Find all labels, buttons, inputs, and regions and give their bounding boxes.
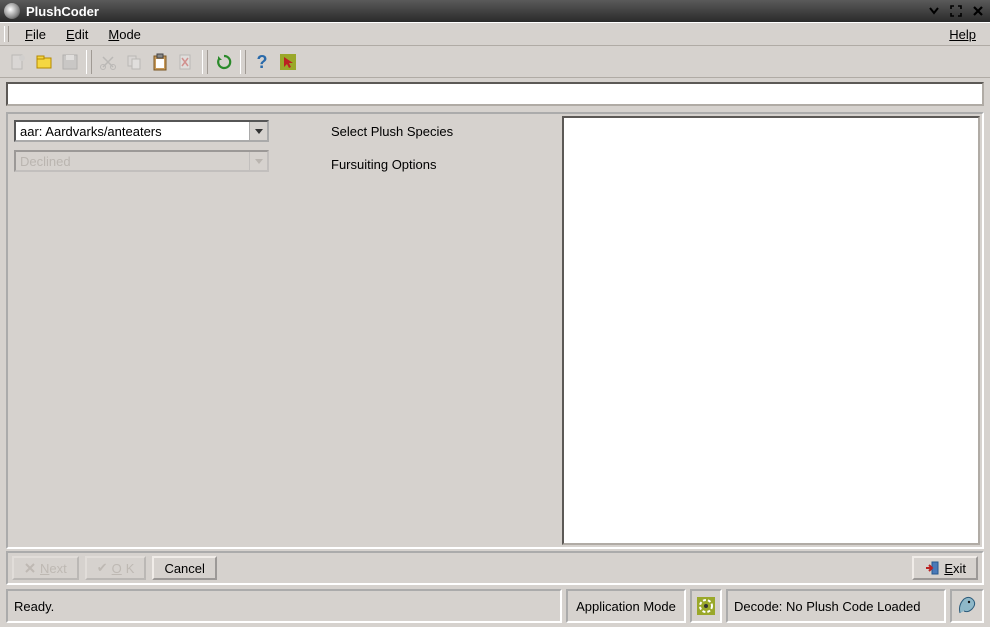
mid-pane: Select Plush Species Fursuiting Options (283, 114, 560, 547)
menu-mode[interactable]: Mode (98, 25, 151, 44)
fursuit-select-value: Declined (16, 154, 249, 169)
cancel-label: Cancel (164, 561, 204, 576)
next-icon (24, 562, 36, 574)
menu-edit[interactable]: Edit (56, 25, 98, 44)
window-titlebar: PlushCoder (0, 0, 990, 22)
maximize-button[interactable] (948, 3, 964, 19)
code-input[interactable] (6, 82, 984, 106)
help-button[interactable]: ? (250, 50, 274, 74)
toolbar: ? (0, 46, 990, 78)
new-button (6, 50, 30, 74)
menubar: Fdocument.currentScript.previousElementS… (0, 22, 990, 46)
preview-pane (562, 116, 980, 545)
next-label: ext (49, 561, 66, 576)
copy-button (122, 50, 146, 74)
delete-button (174, 50, 198, 74)
menu-help-label: Help (949, 27, 976, 42)
menu-edit-label: dit (75, 27, 89, 42)
svg-text:?: ? (257, 52, 268, 72)
left-pane: aar: Aardvarks/anteaters Declined (8, 114, 283, 547)
fursuit-select: Declined (14, 150, 269, 172)
chevron-down-icon (249, 152, 267, 170)
chevron-down-icon (249, 122, 267, 140)
next-button: Next (12, 556, 79, 580)
menu-file[interactable]: Fdocument.currentScript.previousElementS… (15, 25, 56, 44)
exit-button[interactable]: Exit (912, 556, 978, 580)
cursor-tool-button[interactable] (276, 50, 300, 74)
main-area: aar: Aardvarks/anteaters Declined Select… (6, 112, 984, 549)
species-label: Select Plush Species (291, 120, 552, 153)
status-decode: Decode: No Plush Code Loaded (726, 589, 946, 623)
close-button[interactable] (970, 3, 986, 19)
cut-button (96, 50, 120, 74)
open-button[interactable] (32, 50, 56, 74)
status-mode-label: Application Mode (566, 589, 686, 623)
action-bar: Next ✔ OK Cancel Exit (6, 551, 984, 585)
menu-mode-label: ode (119, 27, 141, 42)
ok-button: ✔ OK (85, 556, 147, 580)
save-button (58, 50, 82, 74)
minimize-button[interactable] (926, 3, 942, 19)
status-mode-icon (690, 589, 722, 623)
statusbar: Ready. Application Mode Decode: No Plush… (6, 589, 984, 623)
mascot-icon (950, 589, 984, 623)
paste-button[interactable] (148, 50, 172, 74)
species-select[interactable]: aar: Aardvarks/anteaters (14, 120, 269, 142)
refresh-button[interactable] (212, 50, 236, 74)
app-icon (4, 3, 20, 19)
menubar-handle[interactable] (4, 26, 9, 42)
exit-label: xit (953, 561, 966, 576)
cancel-button[interactable]: Cancel (152, 556, 216, 580)
status-message: Ready. (6, 589, 562, 623)
fursuit-label: Fursuiting Options (291, 153, 552, 186)
ok-label: K (126, 561, 135, 576)
window-title: PlushCoder (26, 4, 99, 19)
exit-icon (924, 560, 940, 576)
menu-file-label: ile (33, 27, 46, 42)
menu-help[interactable]: Help (939, 25, 986, 44)
species-select-value: aar: Aardvarks/anteaters (16, 124, 249, 139)
